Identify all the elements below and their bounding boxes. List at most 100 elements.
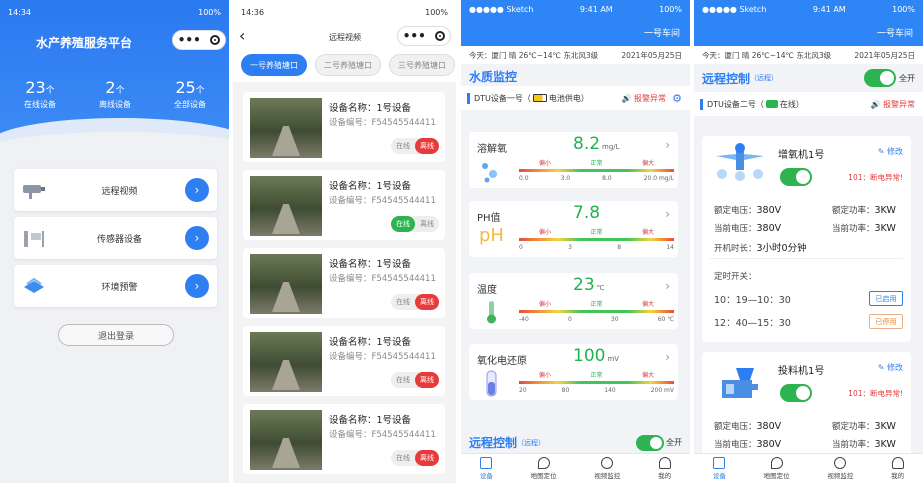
current-voltage: 当前电压：380V	[714, 438, 781, 450]
zone-low: 偏小	[538, 160, 551, 167]
metric-value: 8.2 mg/L	[573, 134, 620, 154]
edit-button[interactable]: ✎ 修改	[878, 146, 903, 157]
menu-remote-video[interactable]: 远程视频 ›	[14, 169, 217, 211]
timer-enabled-button[interactable]: 已启用	[869, 291, 903, 306]
tab-me[interactable]: 我的	[658, 457, 671, 480]
tab-map[interactable]: 地图定位	[764, 457, 790, 480]
tab-pond-3[interactable]: 三号养殖塘口	[389, 54, 455, 76]
chevron-right-icon[interactable]: ›	[665, 350, 670, 364]
metric-card-orp[interactable]: 氧化电还原 100 mV › 偏小 正常 偏大 20 80 140 200 mV	[469, 344, 678, 400]
bubbles-icon	[479, 158, 503, 187]
online-label: 在线	[391, 216, 415, 232]
video-card[interactable]: 设备名称：1号设备 设备编号：F54545544411 在线 离线	[243, 404, 445, 474]
date-text: 2021年05月25日	[621, 50, 682, 60]
zone-normal: 正常	[590, 160, 603, 167]
tab-pond-1[interactable]: 一号养殖塘口	[241, 54, 307, 76]
metric-scale: 偏小 正常 偏大 -40 0 30 60 ℃	[519, 299, 674, 325]
timer-range: 12：40—15：30	[714, 318, 791, 329]
tab-video[interactable]: 视频监控	[594, 457, 620, 480]
more-icon[interactable]: •••	[403, 30, 426, 42]
back-icon[interactable]: ‹	[239, 26, 245, 45]
tab-video[interactable]: 视频监控	[827, 457, 853, 480]
location-icon	[770, 457, 783, 469]
chevron-right-icon[interactable]: ›	[665, 207, 670, 221]
alarm-status[interactable]: 🔊 报警异常	[621, 93, 666, 104]
tick: 20	[519, 387, 527, 394]
more-icon[interactable]: •••	[178, 34, 201, 46]
workshop-selector[interactable]: 一号车间	[877, 26, 913, 39]
timer-disabled-button[interactable]: 已停用	[869, 314, 903, 329]
video-thumbnail[interactable]	[250, 176, 322, 236]
machine-card-aerator: 增氧机1号 ✎ 修改 101：断电异常! 额定电压：380V 额定功率：3KW …	[702, 136, 911, 342]
video-card[interactable]: 设备名称：1号设备 设备编号：F54545544411 在线 离线	[243, 92, 445, 162]
settings-icon[interactable]: ⚙	[672, 92, 682, 105]
machine-toggle[interactable]	[780, 384, 812, 402]
tick: 8.0	[602, 175, 612, 182]
machine-toggle[interactable]	[780, 168, 812, 186]
zone-low: 偏小	[538, 372, 551, 379]
metric-name: 溶解氧	[477, 144, 507, 155]
arrow-right-icon[interactable]: ›	[185, 274, 209, 298]
section-header: 水质监控	[461, 64, 690, 86]
tab-pond-2[interactable]: 二号养殖塘口	[315, 54, 381, 76]
metric-value: 7.8	[573, 203, 602, 223]
video-thumbnail[interactable]	[250, 254, 322, 314]
device-code: 设备编号：F54545544411	[329, 430, 436, 440]
mini-program-capsule[interactable]: •••	[397, 26, 451, 46]
label: 额定功率：	[832, 206, 875, 216]
tab-device[interactable]: 设备	[480, 457, 493, 480]
scale-bar	[519, 310, 674, 313]
menu-env-alert[interactable]: 环境预警 ›	[14, 265, 217, 307]
device-name: 设备名称：1号设备	[329, 337, 412, 348]
tick: 8	[617, 244, 622, 251]
value: 3KW	[874, 223, 896, 234]
device-icon	[713, 457, 726, 469]
label: 开机时长：	[714, 244, 757, 254]
offline-label: 离线	[415, 138, 439, 154]
close-icon[interactable]	[435, 31, 446, 41]
label: 额定电压：	[714, 206, 757, 216]
scale-bar	[519, 238, 674, 241]
device-icon	[480, 457, 493, 469]
offline-label: 离线	[415, 294, 439, 310]
video-card[interactable]: 设备名称：1号设备 设备编号：F54545544411 在线 离线	[243, 326, 445, 396]
tab-me[interactable]: 我的	[891, 457, 904, 480]
device-code: 设备编号：F54545544411	[329, 352, 436, 362]
machine-card-feeder: 投料机1号 ✎ 修改 101：断电异常! 额定电压：380V 额定功率：3KW …	[702, 352, 911, 462]
pond-tabs: 一号养殖塘口 二号养殖塘口 三号养殖塘口	[233, 48, 456, 82]
video-card[interactable]: 设备名称：1号设备 设备编号：F54545544411 在线 离线	[243, 248, 445, 318]
video-thumbnail[interactable]	[250, 98, 322, 158]
edit-button[interactable]: ✎ 修改	[878, 362, 903, 373]
metric-card-temperature[interactable]: 温度 23 ℃ › 偏小 正常 偏大 -40 0 30 60 ℃	[469, 273, 678, 329]
battery: 100%	[659, 4, 682, 14]
all-on-toggle[interactable]	[636, 434, 664, 451]
mini-program-capsule[interactable]: •••	[172, 30, 226, 50]
video-thumbnail[interactable]	[250, 332, 322, 392]
close-icon[interactable]	[210, 35, 221, 45]
remote-control-header: 远程控制 （远程） 全开	[469, 434, 682, 451]
logout-button[interactable]: 退出登录	[58, 324, 174, 346]
dtu-name: DTU设备二号（	[707, 99, 764, 109]
rated-power: 额定功率：3KW	[832, 420, 896, 432]
zone-normal: 正常	[590, 301, 603, 308]
value: 3KW	[874, 205, 896, 216]
chevron-right-icon[interactable]: ›	[665, 138, 670, 152]
unit-text: ℃	[596, 284, 605, 292]
tab-device[interactable]: 设备	[713, 457, 726, 480]
video-card[interactable]: 设备名称：1号设备 设备编号：F54545544411 在线 离线	[243, 170, 445, 240]
menu-sensor-device[interactable]: 传感器设备 ›	[14, 217, 217, 259]
page-title: 远程视频	[329, 33, 361, 42]
arrow-right-icon[interactable]: ›	[185, 226, 209, 250]
alarm-status[interactable]: 🔊 报警异常	[870, 99, 915, 110]
arrow-right-icon[interactable]: ›	[185, 178, 209, 202]
stat-value: 2	[105, 78, 116, 97]
chevron-right-icon[interactable]: ›	[665, 279, 670, 293]
metric-card-oxygen[interactable]: 溶解氧 8.2 mg/L › 偏小 正常 偏大 0.0 3.0 8.0 20.0 mg/L	[469, 132, 678, 188]
video-icon	[601, 457, 614, 469]
metric-card-ph[interactable]: PH值 7.8 › pH 偏小 正常 偏大 0 3 8 14	[469, 201, 678, 257]
section-title: 水质监控	[469, 70, 518, 84]
video-thumbnail[interactable]	[250, 410, 322, 470]
all-on-toggle[interactable]	[864, 69, 896, 87]
tab-map[interactable]: 地图定位	[531, 457, 557, 480]
workshop-selector[interactable]: 一号车间	[644, 26, 680, 39]
